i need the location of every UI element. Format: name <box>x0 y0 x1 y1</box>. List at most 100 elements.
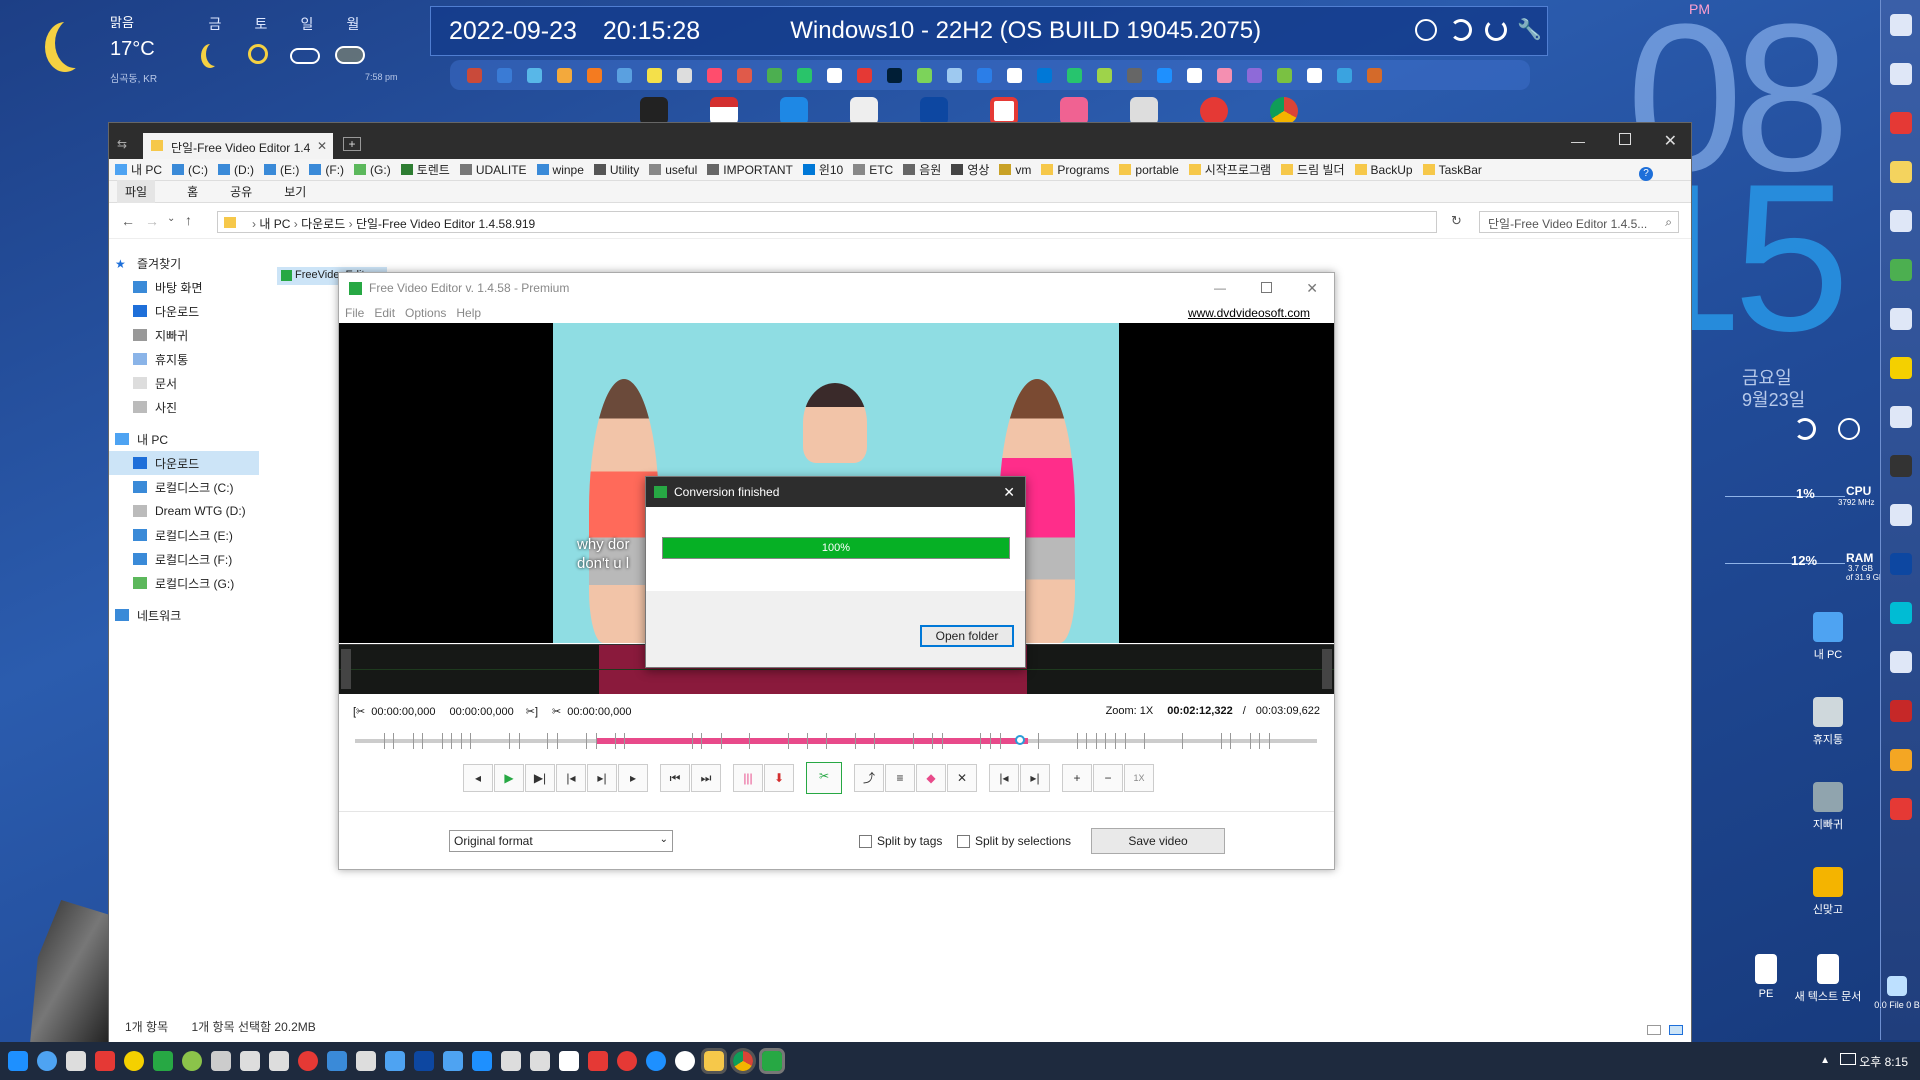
taskbar-icon[interactable] <box>385 1051 405 1071</box>
details-view-icon[interactable] <box>1647 1025 1661 1035</box>
app-icon[interactable] <box>977 67 992 83</box>
dock-icon[interactable] <box>1889 798 1912 820</box>
bookmark-item[interactable]: (C:) <box>172 163 208 177</box>
mark-end-icon[interactable]: ✂] <box>526 705 538 718</box>
app-icon[interactable] <box>1067 67 1082 83</box>
prev-marker-button[interactable]: |◂ <box>989 764 1019 792</box>
bookmark-item[interactable]: BackUp <box>1354 163 1413 177</box>
bookmark-item[interactable]: Utility <box>593 163 639 177</box>
checkbox-box[interactable] <box>859 834 872 848</box>
taskbar-icon[interactable] <box>37 1051 57 1071</box>
bookmark-item[interactable]: 시작프로그램 <box>1188 161 1271 178</box>
edge-icon[interactable] <box>1157 67 1172 83</box>
timeline-slider[interactable] <box>355 733 1317 749</box>
settings-button[interactable]: ≡ <box>885 764 915 792</box>
maximize-button[interactable] <box>1619 133 1631 145</box>
explorer-tab[interactable]: 단일-Free Video Editor 1.4 ✕ <box>143 133 333 159</box>
split-by-selections-checkbox[interactable]: Split by selections <box>957 834 1071 848</box>
play-selection-button[interactable]: ▶| <box>525 764 555 792</box>
refresh-icon[interactable] <box>1450 19 1472 41</box>
dock-icon[interactable] <box>1889 63 1912 85</box>
app-icon[interactable] <box>1127 67 1142 83</box>
nav-item[interactable]: 다운로드 <box>109 299 259 323</box>
app-icon[interactable] <box>850 97 878 125</box>
taskbar-icon[interactable] <box>675 1051 695 1071</box>
menu-help[interactable]: Help <box>456 306 481 320</box>
close-button[interactable]: ✕ <box>1306 273 1318 303</box>
bookmark-item[interactable]: vm <box>999 163 1031 177</box>
bookmark-item[interactable]: ETC <box>853 163 893 177</box>
zoom-out-button[interactable]: − <box>1093 764 1123 792</box>
taskbar-icon[interactable] <box>269 1051 289 1071</box>
ribbon-tab-view[interactable]: 보기 <box>284 183 306 200</box>
network-icon[interactable] <box>1840 1053 1856 1065</box>
app-icon[interactable] <box>1277 67 1292 83</box>
app-icon[interactable] <box>1247 67 1262 83</box>
app-icon[interactable] <box>737 67 752 83</box>
remove-marker-button[interactable]: ✕ <box>947 764 977 792</box>
bookmark-item[interactable]: Programs <box>1041 163 1109 177</box>
taskbar-icon[interactable] <box>443 1051 463 1071</box>
help-icon[interactable]: ? <box>1639 167 1653 181</box>
ribbon-tab-share[interactable]: 공유 <box>230 183 252 200</box>
app-icon[interactable] <box>527 67 542 83</box>
ribbon-tab-file[interactable]: 파일 <box>117 180 156 203</box>
dock-icon[interactable] <box>1889 749 1912 771</box>
bookmark-item[interactable]: (G:) <box>354 163 391 177</box>
nav-item[interactable]: 휴지통 <box>109 347 259 371</box>
app-icon[interactable] <box>557 67 572 83</box>
photoshop-icon[interactable] <box>920 97 948 125</box>
app-icon[interactable] <box>767 67 782 83</box>
desktop-icon-pe[interactable]: PE <box>1741 954 1791 1000</box>
bookmark-item[interactable]: 영상 <box>951 161 989 178</box>
info-icon[interactable] <box>1415 19 1437 41</box>
forward-arrow-icon[interactable]: → <box>145 213 159 229</box>
bookmark-item[interactable]: (F:) <box>309 163 344 177</box>
go-end-button[interactable]: ⏭ <box>691 764 721 792</box>
maximize-button[interactable] <box>1261 282 1272 293</box>
minimize-button[interactable]: — <box>1214 273 1226 303</box>
menu-options[interactable]: Options <box>405 306 446 320</box>
zoom-in-button[interactable]: + <box>1062 764 1092 792</box>
text-icon[interactable] <box>1130 97 1158 125</box>
app-icon[interactable] <box>1307 67 1322 83</box>
desktop-icon-bird[interactable]: 지빠귀 <box>1793 782 1863 832</box>
gear-icon[interactable] <box>66 1051 86 1071</box>
nav-item[interactable]: 로컬디스크 (F:) <box>109 547 259 571</box>
taskbar-icon[interactable] <box>530 1051 550 1071</box>
back-arrow-icon[interactable]: ← <box>121 213 135 229</box>
bookmark-item[interactable]: useful <box>649 163 697 177</box>
close-button[interactable]: ✕ <box>1664 131 1677 151</box>
taskbar-icon[interactable] <box>501 1051 521 1071</box>
bookmark-item[interactable]: (D:) <box>218 163 254 177</box>
bookmark-item[interactable]: 윈10 <box>802 161 843 178</box>
prev-frame-button[interactable]: ◂ <box>463 764 493 792</box>
app-icon[interactable] <box>1007 67 1022 83</box>
nav-item[interactable]: 바탕 화면 <box>109 275 259 299</box>
desktop-icon-file[interactable]: 0.0 File 0 B <box>1874 976 1920 1010</box>
tray-chevron-icon[interactable]: ▲ <box>1820 1055 1830 1066</box>
windows-icon[interactable] <box>356 1051 376 1071</box>
bookmark-item[interactable]: winpe <box>536 163 584 177</box>
dock-icon[interactable] <box>1889 504 1912 526</box>
dock-icon[interactable] <box>1889 455 1912 477</box>
scroll-handle-right[interactable] <box>1322 649 1332 689</box>
breadcrumb-item[interactable]: 단일-Free Video Editor 1.4.58.919 <box>356 217 535 231</box>
app-icon[interactable] <box>710 97 738 125</box>
mark-start-icon[interactable]: [✂ <box>353 705 365 718</box>
explorer-taskbar-icon[interactable] <box>701 1048 727 1074</box>
taskbar-icon[interactable] <box>472 1051 492 1071</box>
split-by-tags-checkbox[interactable]: Split by tags <box>859 834 942 848</box>
app-icon[interactable] <box>857 67 872 83</box>
dock-icon[interactable] <box>1889 210 1912 232</box>
nav-item[interactable]: 문서 <box>109 371 259 395</box>
taskbar-icon[interactable] <box>211 1051 231 1071</box>
search-input[interactable]: 단일-Free Video Editor 1.4.5... ⌕ <box>1479 211 1679 233</box>
split-button[interactable]: ||| <box>733 764 763 792</box>
app-icon[interactable] <box>707 67 722 83</box>
close-tab-icon[interactable]: ✕ <box>317 139 327 153</box>
nav-item-selected[interactable]: 다운로드 <box>109 451 259 475</box>
chrome-icon[interactable] <box>730 1048 756 1074</box>
chevron-down-icon[interactable]: ⌄ <box>167 213 175 224</box>
fve-taskbar-icon[interactable] <box>759 1048 785 1074</box>
